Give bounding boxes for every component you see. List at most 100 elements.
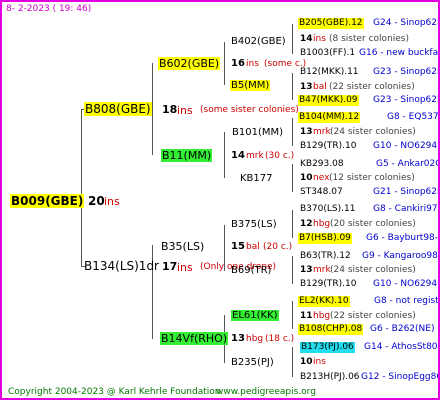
- gen4-queen[interactable]: EL2(KK).10: [298, 296, 350, 307]
- gen4-genealogy: G5 - Ankar02Q: [376, 159, 440, 169]
- gen4-genealogy: G10 - NO6294R: [373, 279, 440, 289]
- gen4-genealogy: G9 - Kangaroo98R: [362, 251, 440, 261]
- gen3-queen[interactable]: B69(TR): [231, 265, 271, 276]
- bracket-g4-1: [292, 24, 293, 54]
- gen4-ins: mrk: [313, 127, 331, 137]
- gen4-note: (24 sister colonies): [330, 127, 416, 137]
- gen4-queen[interactable]: ST348.07: [300, 187, 343, 198]
- gen4-note: (20 sister colonies): [330, 219, 416, 229]
- gen4-queen[interactable]: B12(MKK).11: [300, 67, 359, 78]
- gen4-genealogy: G8 - not registe: [374, 296, 440, 306]
- gen4-genealogy: G8 - EQ537: [387, 112, 439, 122]
- gen4-genealogy: G23 - Sinop62R: [373, 95, 440, 105]
- gen2-number: 16: [231, 58, 245, 69]
- pedigree-frame: 8- 2-2023 ( 19: 46) B009(GBE) 20 ins B80…: [0, 0, 440, 400]
- bracket-gen2a: [152, 63, 153, 155]
- gen4-queen[interactable]: B63(TR).12: [300, 251, 351, 262]
- gen3-queen[interactable]: B101(MM): [232, 127, 283, 138]
- bracket-g4-8: [292, 347, 293, 377]
- gen2-note: (20 c.): [263, 242, 293, 252]
- gen3-queen[interactable]: EL61(KK): [231, 310, 279, 321]
- bracket-gen3a: [224, 42, 225, 85]
- gen1-number: 17: [162, 260, 178, 273]
- date-label: 8- 2-2023 ( 19: 46): [6, 4, 92, 14]
- gen2-ins: hbg: [246, 334, 264, 344]
- gen4-note: (12 sister colonies): [329, 173, 415, 183]
- gen4-ins: bal: [313, 82, 327, 92]
- gen2-ins: mrk: [246, 151, 264, 161]
- gen4-queen[interactable]: B7(HSB).09: [298, 233, 352, 244]
- bracket-g4-2: [292, 73, 293, 100]
- gen4-number: 13: [300, 82, 313, 92]
- gen3-queen[interactable]: B402(GBE): [231, 36, 286, 47]
- gen1-queen[interactable]: B134(LS)1dr: [84, 259, 159, 273]
- gen1-queen[interactable]: B808(GBE): [84, 102, 152, 116]
- gen3-queen[interactable]: B375(LS): [231, 219, 277, 230]
- gen4-ins: ins: [313, 34, 326, 44]
- gen3-queen[interactable]: KB177: [240, 173, 273, 184]
- gen4-queen[interactable]: B1003(FF).1: [300, 48, 355, 59]
- gen4-genealogy: G23 - Sinop62R: [373, 67, 440, 77]
- gen4-queen[interactable]: KB293.08: [300, 159, 344, 170]
- gen1-ins: ins: [177, 261, 193, 274]
- gen4-number: 11: [300, 311, 313, 321]
- gen4-note: (22 sister colonies): [330, 311, 416, 321]
- gen4-genealogy: G24 - Sinop62R: [373, 18, 440, 28]
- gen4-genealogy: G14 - AthosSt80R: [364, 342, 440, 352]
- gen2-note: (30 c.): [265, 151, 295, 161]
- gen4-genealogy: G21 - Sinop62R: [373, 187, 440, 197]
- gen4-ins: mrk: [313, 265, 331, 275]
- gen2-ins: ins: [246, 59, 259, 69]
- site-link[interactable]: www.pedigreeapis.org: [216, 387, 316, 397]
- gen4-note: (22 sister colonies): [329, 82, 415, 92]
- gen4-genealogy: G6 - B262(NE): [370, 324, 435, 334]
- gen2-queen[interactable]: B11(MM): [161, 149, 213, 162]
- gen4-genealogy: G12 - SinopEgg86R: [361, 372, 440, 382]
- root-number: 20: [88, 194, 105, 208]
- root-ins: ins: [104, 195, 120, 208]
- gen4-queen[interactable]: B370(LS).11: [300, 204, 355, 215]
- gen4-ins: nex: [313, 173, 330, 183]
- gen2-number: 15: [231, 241, 245, 252]
- copyright-text: Copyright 2004-2023 @ Karl Kehrle Founda…: [8, 387, 221, 397]
- gen2-note: (18 c.): [265, 334, 295, 344]
- gen4-genealogy: G10 - NO6294R: [373, 141, 440, 151]
- bracket-gen1: [81, 109, 82, 267]
- bracket-g4-5: [292, 210, 293, 238]
- gen4-note: (24 sister colonies): [330, 265, 416, 275]
- gen1-note: (some sister colonies): [200, 105, 299, 115]
- bracket-g4-4: [292, 164, 293, 192]
- gen4-queen[interactable]: B129(TR).10: [300, 141, 356, 152]
- gen4-genealogy: G6 - Bayburt98-3: [366, 233, 440, 243]
- bracket-gen3b: [224, 132, 225, 178]
- gen4-queen[interactable]: B47(MKK).09: [298, 95, 359, 106]
- gen4-queen[interactable]: B205(GBE).12: [298, 18, 364, 29]
- gen2-ins: bal: [246, 242, 260, 252]
- gen4-queen[interactable]: B129(TR).10: [300, 279, 356, 290]
- bracket-g4-6: [292, 256, 293, 284]
- gen2-number: 13: [231, 333, 245, 344]
- gen4-ins: ins: [313, 357, 326, 367]
- gen4-number: 14: [300, 34, 313, 44]
- gen4-queen[interactable]: B108(CHP).08: [298, 324, 364, 335]
- gen4-note: (8 sister colonies): [329, 34, 410, 44]
- gen4-number: 13: [300, 127, 313, 137]
- bracket-g4-3: [292, 118, 293, 146]
- gen2-queen[interactable]: B602(GBE): [158, 57, 221, 70]
- gen4-genealogy: G16 - new buckfas: [359, 48, 440, 58]
- gen4-queen[interactable]: B104(MM).12: [298, 112, 361, 123]
- gen1-ins: ins: [177, 104, 193, 117]
- gen4-number: 10: [300, 173, 313, 183]
- gen3-queen[interactable]: B235(PJ): [231, 357, 274, 368]
- gen4-number: 10: [300, 357, 313, 367]
- gen4-queen[interactable]: B173(PJ).06: [300, 342, 355, 353]
- bracket-g4-7: [292, 301, 293, 329]
- root-queen[interactable]: B009(GBE): [10, 194, 85, 208]
- gen2-number: 14: [231, 150, 245, 161]
- gen3-queen[interactable]: B5(MM): [230, 80, 271, 91]
- gen2-queen[interactable]: B35(LS): [161, 240, 204, 253]
- gen4-queen[interactable]: B213H(PJ).06: [300, 372, 360, 383]
- gen4-number: 13: [300, 265, 313, 275]
- gen4-genealogy: G8 - Cankiri97Q: [373, 204, 440, 214]
- gen2-queen[interactable]: B14Vf(RHO): [160, 332, 229, 345]
